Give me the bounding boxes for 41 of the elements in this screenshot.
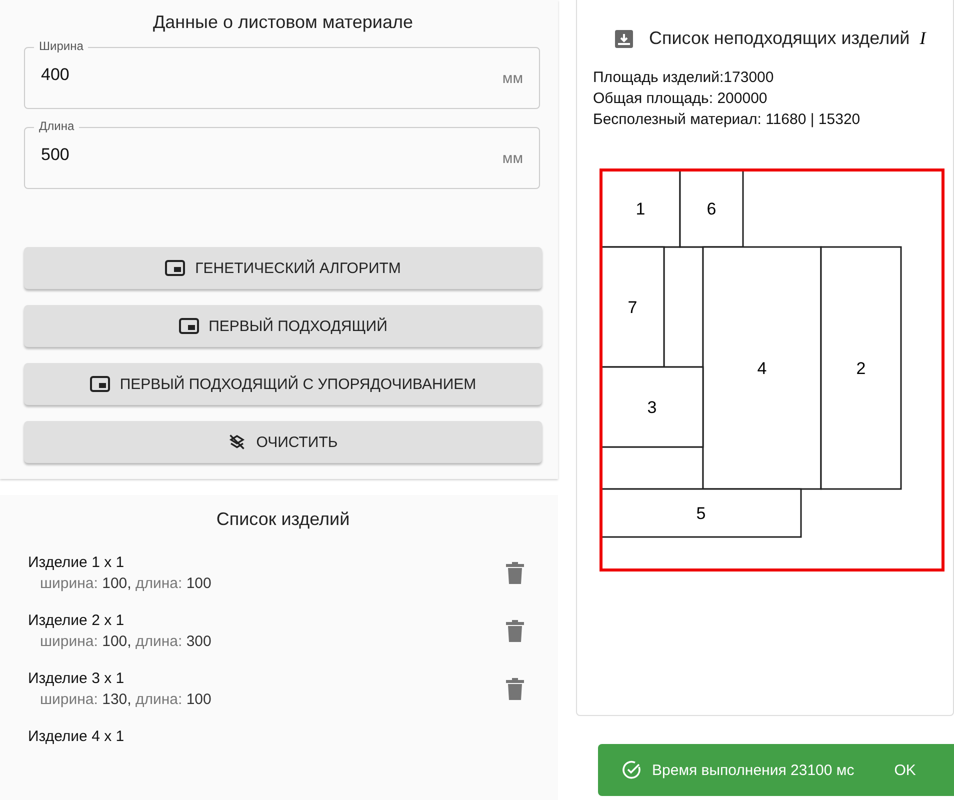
item-dimensions: ширина: 130, длина: 100	[40, 691, 212, 708]
piece: 6	[679, 169, 744, 248]
download-box-icon[interactable]	[615, 30, 633, 48]
algorithm-button[interactable]: ПЕРВЫЙ ПОДХОДЯЩИЙ	[24, 305, 542, 347]
algorithm-button[interactable]: ПЕРВЫЙ ПОДХОДЯЩИЙ С УПОРЯДОЧИВАНИЕМ	[24, 363, 542, 405]
unit-label: мм	[502, 70, 523, 86]
panel-title: Данные о листовом материале	[152, 12, 414, 33]
item-dimensions: ширина: 100, длина: 300	[40, 633, 212, 650]
picture-in-picture-icon	[178, 318, 199, 334]
piece: 5	[600, 488, 802, 538]
clear-button[interactable]: ОЧИСТИТЬ	[24, 421, 542, 463]
field-value: 500	[41, 145, 70, 165]
algorithm-button[interactable]: ГЕНЕТИЧЕСКИЙ АЛГОРИТМ	[24, 247, 542, 289]
piece: 7	[600, 246, 665, 368]
item-name: Изделие 3 x 1	[28, 670, 126, 687]
layers-off-icon	[228, 433, 246, 451]
piece: 2	[820, 246, 902, 490]
piece: 3	[600, 366, 704, 448]
field-value: 400	[41, 65, 70, 85]
item-name: Изделие 1 x 1	[28, 554, 126, 571]
field-label: Ширина	[34, 39, 88, 53]
piece: 1	[600, 169, 681, 248]
item-dimensions: ширина: 100, длина: 100	[40, 575, 212, 592]
text-cursor: I	[920, 28, 926, 49]
trash-icon[interactable]	[506, 620, 524, 642]
snackbar-message: Время выполнения 23100 мс	[652, 762, 854, 778]
panel-title: Список неподходящих изделий	[649, 28, 910, 49]
trash-icon[interactable]	[506, 678, 524, 700]
unit-label: мм	[502, 150, 523, 166]
field-label: Длина	[34, 119, 80, 133]
picture-in-picture-icon	[165, 260, 186, 276]
check-circle-icon	[622, 760, 642, 780]
stat-line: Площадь изделий:173000	[593, 68, 775, 88]
picture-in-picture-icon	[90, 376, 110, 392]
stat-line: Общая площадь: 200000	[593, 89, 768, 109]
item-name: Изделие 4 x 1	[28, 728, 124, 745]
trash-icon[interactable]	[506, 562, 524, 584]
stat-line: Бесполезный материал: 11680 | 15320	[593, 110, 862, 130]
piece: 4	[702, 246, 822, 490]
panel-title: Список изделий	[215, 509, 351, 530]
item-name: Изделие 2 x 1	[28, 612, 126, 629]
